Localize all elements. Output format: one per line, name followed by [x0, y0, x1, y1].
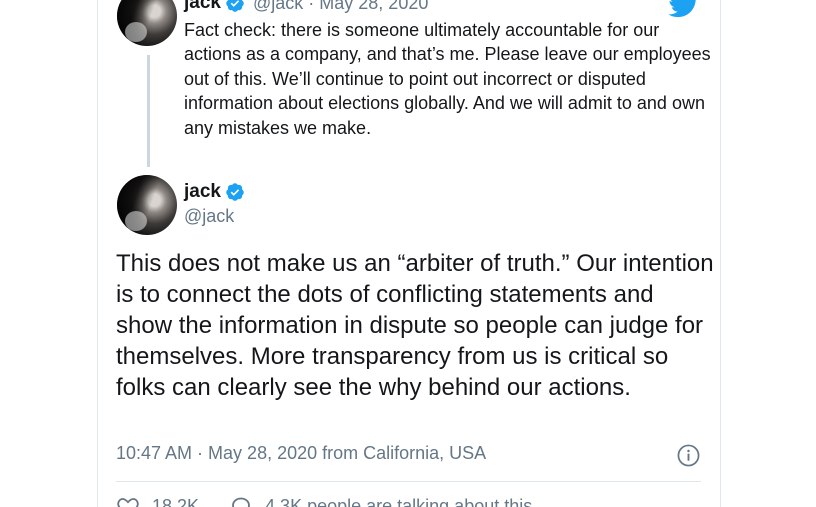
tweet-timestamp[interactable]: 10:47 AM · May 28, 2020 from California,… — [116, 443, 486, 464]
author-name[interactable]: jack — [184, 0, 221, 14]
verified-badge-icon — [226, 0, 244, 12]
author-handle[interactable]: @jack — [253, 0, 303, 14]
main-author-handle-row: @jack — [184, 206, 234, 227]
avatar[interactable] — [117, 0, 177, 46]
divider — [116, 481, 701, 482]
main-author-name-row: jack — [184, 181, 245, 203]
conversation-button[interactable]: 4.3K people are talking about this — [229, 494, 532, 507]
heart-icon — [117, 498, 139, 507]
twitter-bird-icon[interactable] — [668, 0, 700, 18]
info-icon[interactable] — [677, 444, 700, 467]
main-tweet-text: This does not make us an “arbiter of tru… — [116, 250, 714, 401]
like-count: 18.2K — [152, 495, 200, 507]
separator-dot: · — [308, 0, 315, 13]
author-name[interactable]: jack — [184, 181, 221, 203]
verified-badge-icon — [226, 183, 244, 201]
reply-author-row: jack @jack · May 28, 2020 — [184, 0, 428, 14]
comment-icon — [232, 497, 250, 507]
conversation-text: 4.3K people are talking about this — [265, 495, 533, 507]
tweet-actions-bar: 18.2K 4.3K people are talking about this — [116, 494, 532, 507]
avatar[interactable] — [117, 175, 177, 235]
reply-date[interactable]: May 28, 2020 — [319, 0, 428, 14]
author-handle[interactable]: @jack — [184, 206, 234, 227]
thread-connector-line — [147, 55, 150, 167]
like-button[interactable]: 18.2K — [116, 494, 199, 507]
reply-tweet-text: Fact check: there is someone ultimately … — [184, 20, 711, 138]
